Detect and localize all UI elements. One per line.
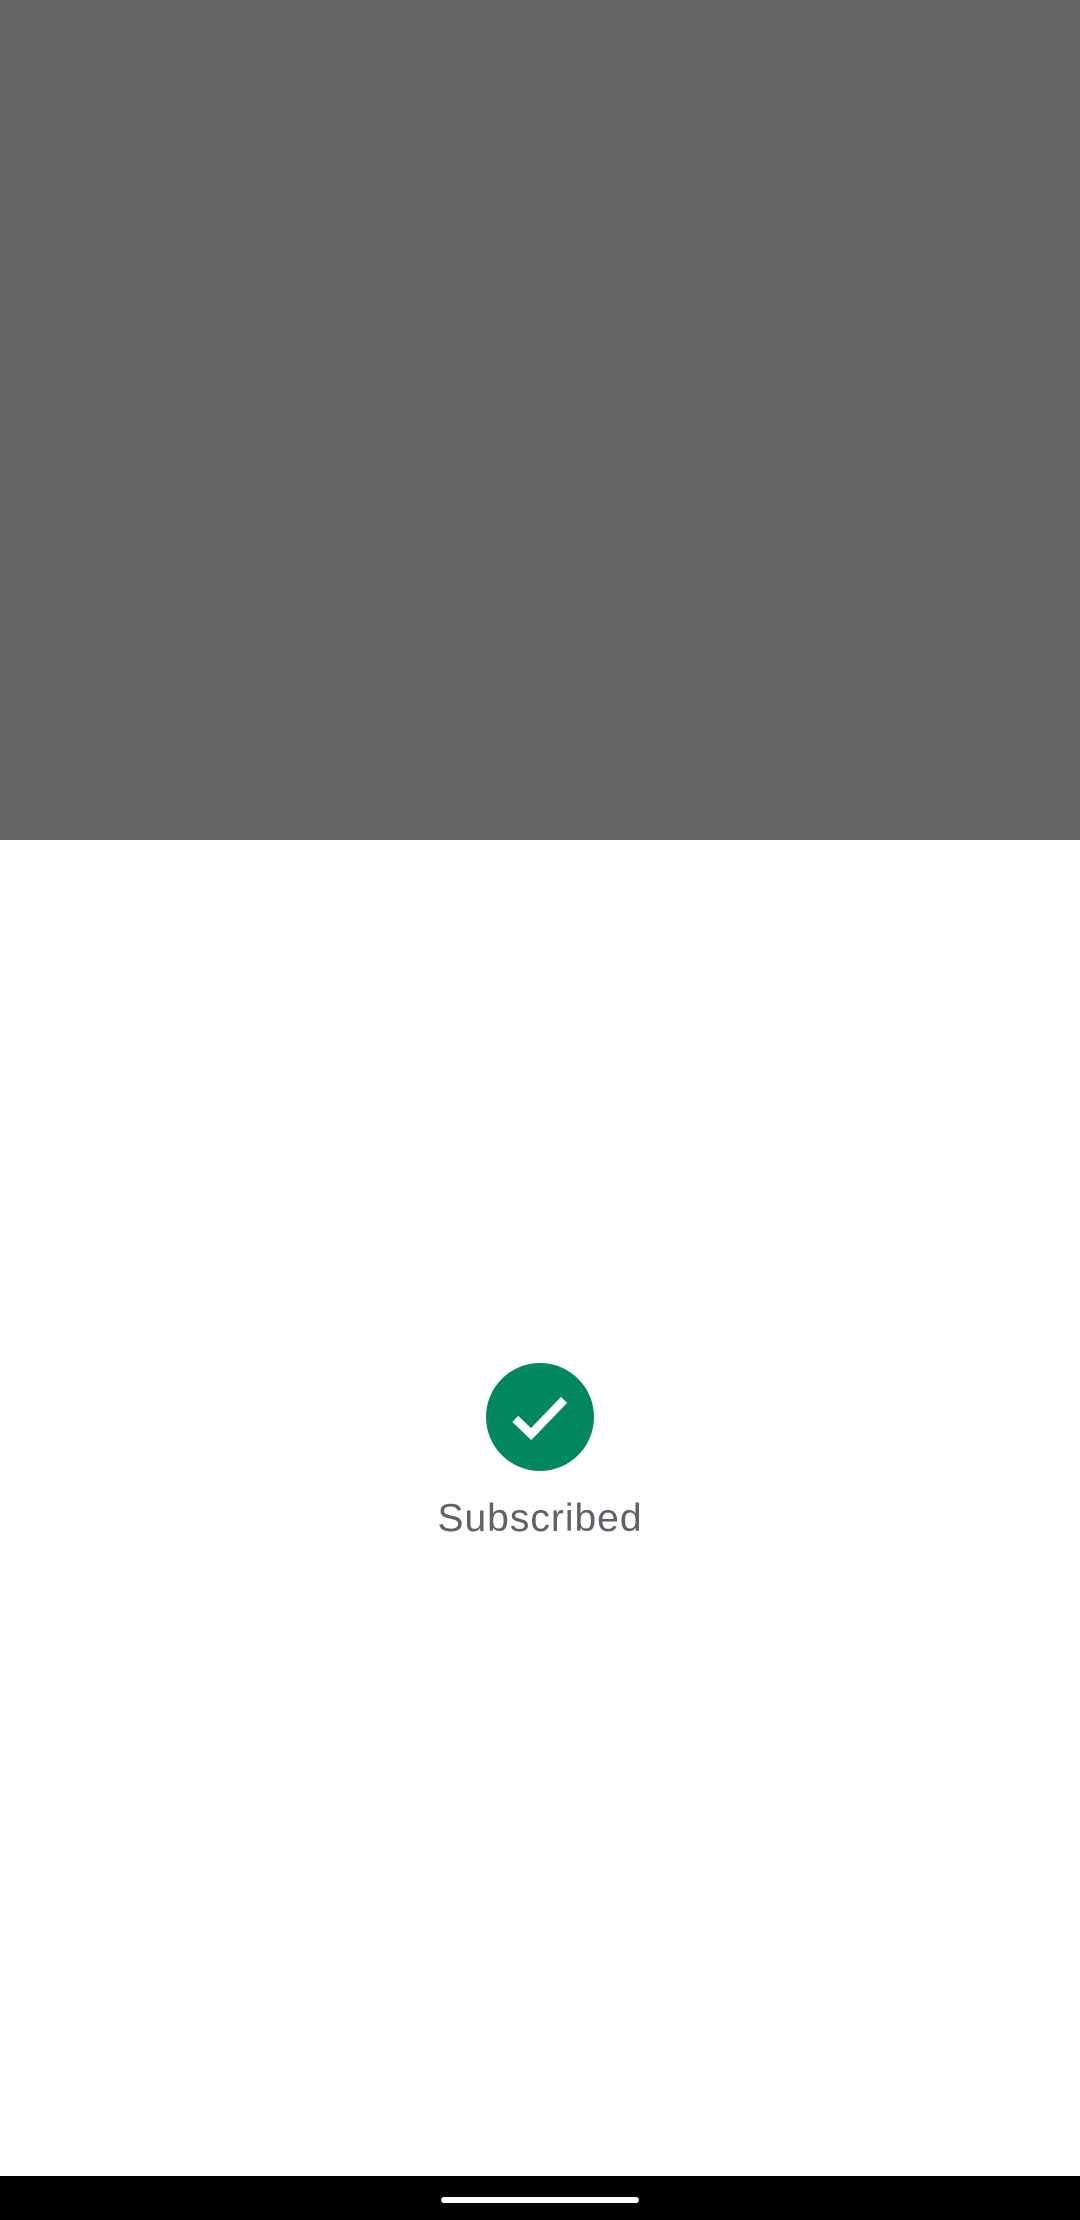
dimmed-background-scrim[interactable] [0, 0, 1080, 840]
check-circle-icon [486, 1363, 594, 1471]
home-handle[interactable] [441, 2197, 639, 2203]
screen: Subscribed [0, 0, 1080, 2220]
system-navigation-bar [0, 2176, 1080, 2220]
status-label: Subscribed [437, 1497, 643, 1540]
subscribed-confirmation: Subscribed [0, 1363, 1080, 1541]
checkmark-icon [512, 1396, 568, 1441]
